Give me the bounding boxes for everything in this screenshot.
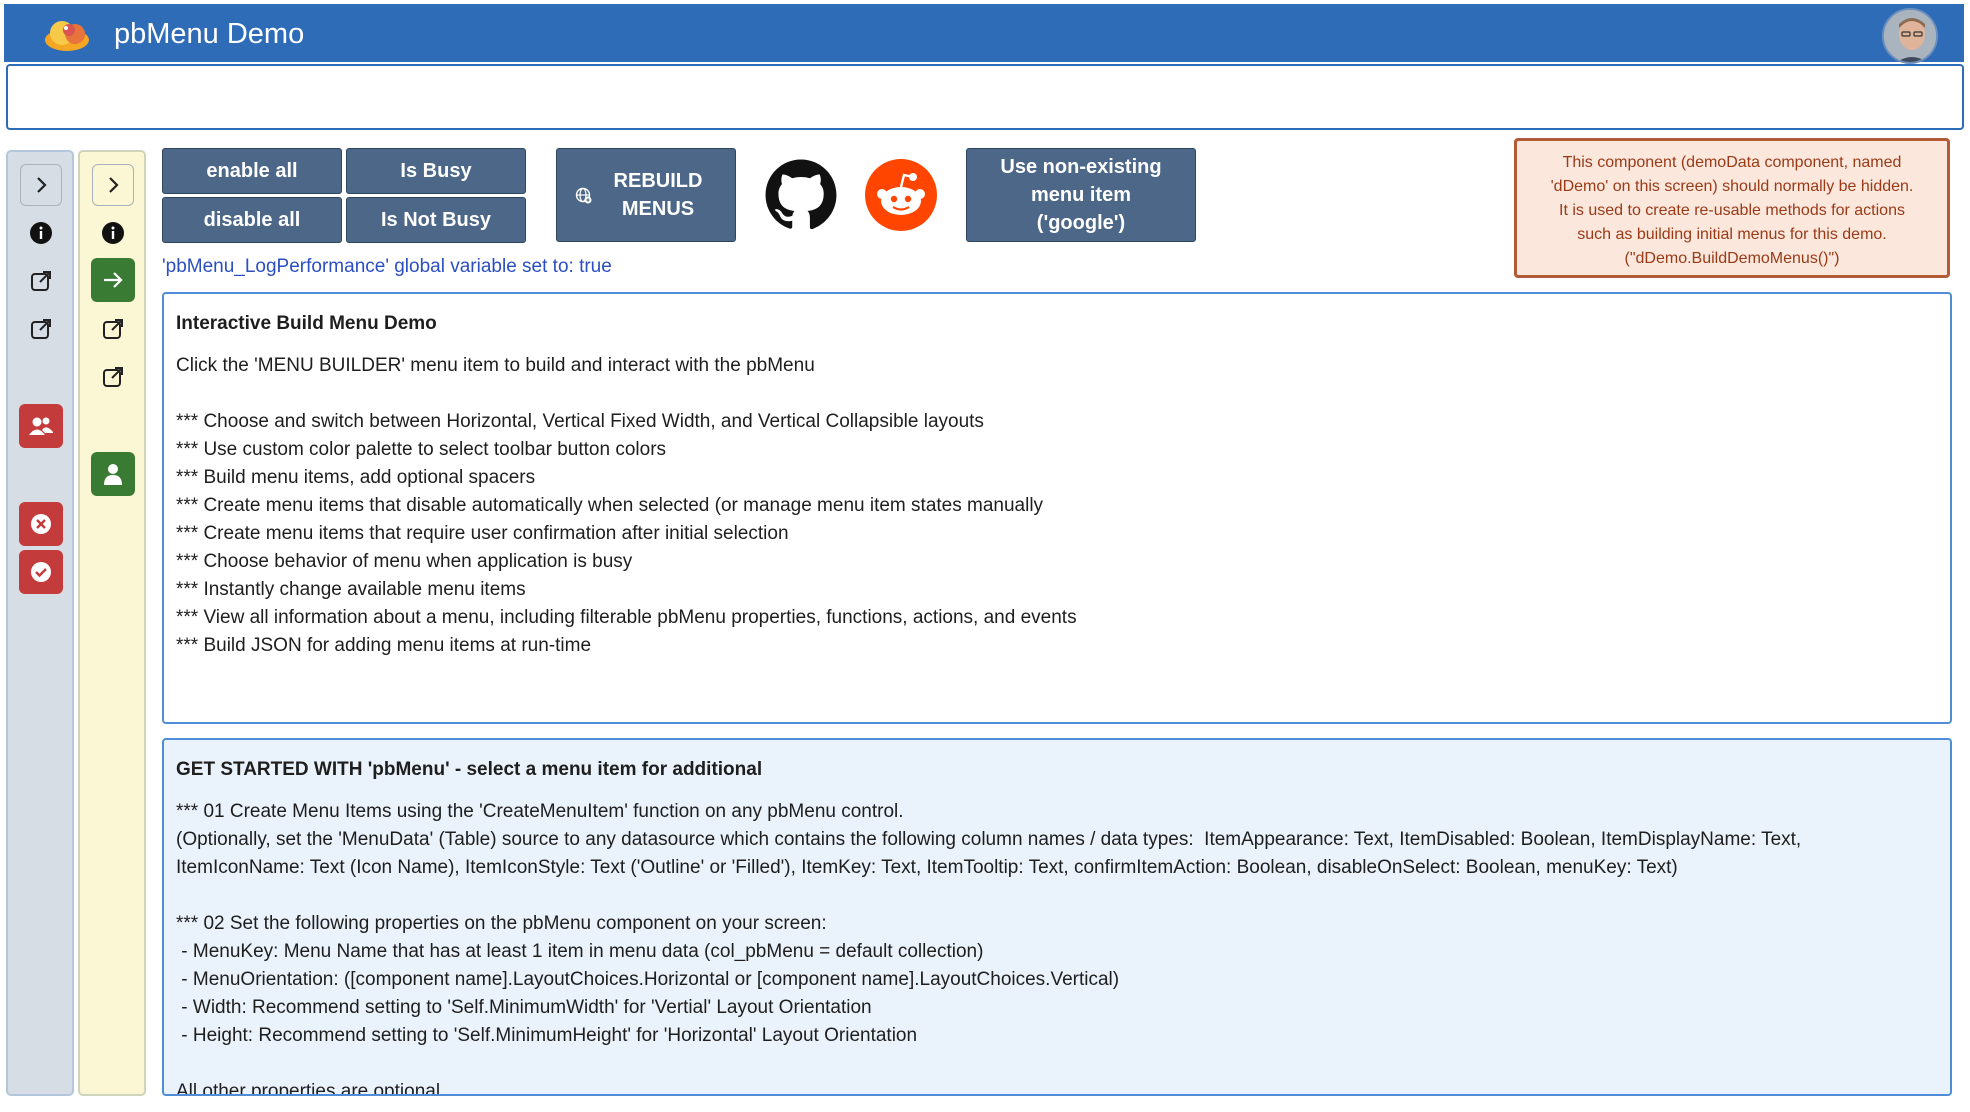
globe-icon (575, 185, 593, 213)
step-text: (Optionally, set the 'MenuData' (Table) … (176, 829, 1802, 850)
interactive-build-panel: Interactive Build Menu Demo Click the 'M… (162, 292, 1952, 724)
external-link-icon[interactable] (20, 308, 62, 350)
demo-data-note: This component (demoData component, name… (1514, 138, 1950, 278)
use-non-existing-menu-item-button[interactable]: Use non-existing menu item ('google') (966, 148, 1196, 242)
step-text: All other properties are optional (176, 1081, 441, 1096)
chevron-right-icon[interactable] (20, 164, 62, 206)
is-busy-button[interactable]: Is Busy (346, 148, 526, 194)
external-link-icon[interactable] (92, 308, 134, 350)
note-line: 'dDemo' on this screen) should normally … (1550, 178, 1914, 195)
rebuild-label-line2: MENUS (621, 198, 695, 220)
arrow-right-icon[interactable] (91, 258, 135, 302)
vertical-menu-collapsible (6, 150, 74, 1096)
disable-all-button[interactable]: disable all (162, 197, 342, 243)
feature-item: *** Create menu items that require user … (176, 523, 789, 544)
info-icon[interactable] (20, 212, 62, 254)
github-icon[interactable] (764, 158, 838, 232)
app-title: pbMenu Demo (114, 18, 305, 50)
panel-title: Interactive Build Menu Demo (176, 313, 437, 334)
step-text: ItemIconName: Text (Icon Name), ItemIcon… (176, 857, 1678, 878)
person-icon[interactable] (91, 452, 135, 496)
reddit-icon[interactable] (864, 158, 938, 232)
rebuild-menus-button[interactable]: REBUILD MENUS (556, 148, 736, 242)
note-line: It is used to create re-usable methods f… (1559, 202, 1905, 219)
top-menu-container (6, 64, 1964, 130)
feature-item: *** Build menu items, add optional space… (176, 467, 536, 488)
external-link-icon[interactable] (20, 260, 62, 302)
app-header: pbMenu Demo (4, 4, 1964, 64)
nonexist-label-line2: menu item (1030, 184, 1131, 206)
app-logo-icon (42, 16, 92, 52)
panel-title: GET STARTED WITH 'pbMenu' - select a men… (176, 759, 763, 780)
feature-item: *** Create menu items that disable autom… (176, 495, 1044, 516)
rebuild-label-line1: REBUILD (613, 170, 703, 192)
note-line: This component (demoData component, name… (1562, 154, 1902, 171)
people-icon[interactable] (19, 404, 63, 448)
is-not-busy-button[interactable]: Is Not Busy (346, 197, 526, 243)
feature-item: *** Use custom color palette to select t… (176, 439, 667, 460)
note-line: ("dDemo.BuildDemoMenus()") (1624, 250, 1840, 267)
log-performance-status: 'pbMenu_LogPerformance' global variable … (162, 256, 612, 277)
feature-item: *** Instantly change available menu item… (176, 579, 526, 600)
external-link-icon[interactable] (92, 356, 134, 398)
check-circle-icon[interactable] (19, 550, 63, 594)
chevron-right-icon[interactable] (92, 164, 134, 206)
nonexist-label-line1: Use non-existing (1000, 156, 1162, 178)
property-item: - MenuKey: Menu Name that has at least 1… (176, 941, 984, 962)
nonexist-label-line3: ('google') (1036, 212, 1126, 234)
step-text: *** 01 Create Menu Items using the 'Crea… (176, 801, 904, 822)
feature-item: *** Choose behavior of menu when applica… (176, 551, 633, 572)
user-avatar[interactable] (1882, 8, 1938, 64)
property-item: - Height: Recommend setting to 'Self.Min… (176, 1025, 918, 1046)
x-circle-icon[interactable] (19, 502, 63, 546)
feature-item: *** Choose and switch between Horizontal… (176, 411, 984, 432)
property-item: - Width: Recommend setting to 'Self.Mini… (176, 997, 872, 1018)
info-icon[interactable] (92, 212, 134, 254)
step-text: *** 02 Set the following properties on t… (176, 913, 827, 934)
panel-intro: Click the 'MENU BUILDER' menu item to bu… (176, 355, 815, 376)
feature-item: *** Build JSON for adding menu items at … (176, 635, 592, 656)
note-line: such as building initial menus for this … (1577, 226, 1887, 243)
feature-item: *** View all information about a menu, i… (176, 607, 1077, 628)
property-item: - MenuOrientation: ([component name].Lay… (176, 969, 1120, 990)
vertical-menu-fixed (78, 150, 146, 1096)
enable-all-button[interactable]: enable all (162, 148, 342, 194)
get-started-panel[interactable]: GET STARTED WITH 'pbMenu' - select a men… (162, 738, 1952, 1096)
